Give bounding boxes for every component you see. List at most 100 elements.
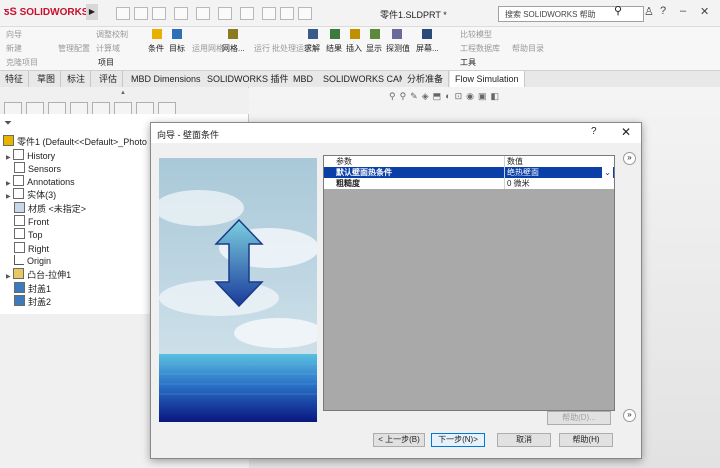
ribbon-apply-mesh[interactable]: 运用网格: [192, 43, 224, 54]
ribbon-conditions[interactable]: 条件: [148, 43, 164, 54]
lid-icon: [14, 282, 25, 293]
tree-item-label: Top: [28, 230, 43, 240]
file-properties-icon[interactable]: [280, 7, 294, 20]
tree-item-front-plane[interactable]: Front: [14, 215, 49, 228]
ribbon-screen[interactable]: 屏幕...: [416, 43, 439, 54]
roughness-value[interactable]: 0 微米: [507, 178, 530, 189]
print-icon[interactable]: [196, 7, 210, 20]
ribbon-insert[interactable]: 插入: [346, 43, 362, 54]
ribbon-probe[interactable]: 探测值: [386, 43, 410, 54]
expand-chevron-icon[interactable]: »: [623, 409, 636, 422]
ribbon-solve[interactable]: 求解: [304, 43, 320, 54]
extrude-icon: [13, 268, 25, 279]
collapse-arrow-icon[interactable]: ▲: [120, 90, 126, 96]
tab-solidworks-addins[interactable]: SOLIDWORKS 插件: [202, 71, 295, 87]
tab-solidworks-cam[interactable]: SOLIDWORKS CAM: [318, 71, 413, 87]
next-button[interactable]: 下一步(N)>: [431, 433, 485, 447]
expand-arrow-icon[interactable]: ▶: [6, 274, 11, 280]
dialog-close-icon[interactable]: ✕: [621, 125, 631, 139]
tab-mbd-dimensions[interactable]: MBD Dimensions: [126, 71, 207, 87]
ribbon-new[interactable]: 新建: [6, 43, 22, 54]
origin-icon: [14, 255, 24, 265]
ribbon-manage-config[interactable]: 管理配置: [58, 43, 90, 54]
tree-root[interactable]: 零件1 (Default<<Default>_Photo: [3, 135, 147, 148]
tree-item-solid-bodies[interactable]: ▶ 实体(3): [6, 188, 56, 201]
parameter-grid: 参数 数值 默认壁面热条件 绝热壁面 ⌄ 粗糙度 0 微米: [323, 155, 615, 411]
tab-sketch[interactable]: 草图: [32, 71, 62, 87]
plane-icon: [14, 215, 25, 226]
wall-condition-illustration: [159, 158, 317, 422]
open-file-icon[interactable]: [152, 7, 166, 20]
undo-icon[interactable]: [218, 7, 232, 20]
command-manager-ribbon: 向导 新建 克隆项目 管理配置 调整校制 计算域 条件 目标 项目 运用网格 网…: [0, 27, 720, 70]
tab-flow-simulation[interactable]: Flow Simulation: [450, 71, 525, 88]
expand-arrow-icon[interactable]: ▶: [6, 194, 11, 200]
insert-icon: [350, 29, 360, 39]
ribbon-compare-models[interactable]: 比较模型: [460, 29, 492, 40]
new-file-icon[interactable]: [134, 7, 148, 20]
home-icon[interactable]: [116, 7, 130, 20]
heads-up-view-toolbar[interactable]: ⚲⚲✎◈⬒◐⊡◉▣◧: [389, 91, 609, 101]
collapse-chevron-icon[interactable]: »: [623, 152, 636, 165]
tree-item-annotations[interactable]: ▶ Annotations: [6, 175, 75, 188]
tree-item-boss-extrude[interactable]: ▶ 凸台-拉伸1: [6, 268, 71, 281]
tab-evaluate[interactable]: 评估: [94, 71, 124, 87]
select-icon[interactable]: [240, 7, 254, 20]
ds-logo-icon: ƽS: [4, 6, 17, 18]
tree-root-label: 零件1 (Default<<Default>_Photo: [17, 137, 147, 147]
tree-item-lid-2[interactable]: 封盖2: [14, 295, 51, 308]
help-button[interactable]: 帮助(H): [559, 433, 613, 447]
tab-markup[interactable]: 标注: [62, 71, 92, 87]
save-icon[interactable]: [174, 7, 188, 20]
title-bar: ƽS SOLIDWORKS ▶ 零件1.SLDPRT * 搜索 SOLIDWOR…: [0, 0, 720, 27]
solve-icon: [308, 29, 318, 39]
tab-mbd[interactable]: MBD: [288, 71, 319, 87]
cancel-button[interactable]: 取消: [497, 433, 551, 447]
search-icon[interactable]: ⚲: [614, 4, 622, 17]
dialog-help-icon[interactable]: ?: [591, 126, 597, 137]
menu-arrow-icon[interactable]: ▶: [86, 4, 98, 20]
help-icon[interactable]: ?: [660, 5, 666, 17]
user-icon[interactable]: ♙: [644, 5, 654, 18]
wall-thermal-select[interactable]: 绝热壁面: [505, 167, 603, 178]
ribbon-help-contents[interactable]: 帮助目录: [512, 43, 544, 54]
tree-item-material[interactable]: 材质 <未指定>: [14, 202, 86, 215]
back-button[interactable]: < 上一步(B): [373, 433, 425, 447]
expand-arrow-icon[interactable]: ▶: [6, 181, 11, 187]
tree-item-sensors[interactable]: Sensors: [14, 162, 61, 175]
grid-row-roughness[interactable]: 粗糙度 0 微米: [324, 178, 614, 189]
rebuild-icon[interactable]: [262, 7, 276, 20]
solidworks-logo[interactable]: ƽS SOLIDWORKS: [4, 6, 88, 18]
options-gear-icon[interactable]: [298, 7, 312, 20]
tree-item-origin[interactable]: Origin: [14, 255, 51, 268]
filter-icon[interactable]: ⏷: [4, 118, 12, 129]
ribbon-project[interactable]: 项目: [98, 57, 114, 68]
ribbon-display[interactable]: 显示: [366, 43, 382, 54]
ribbon-domain[interactable]: 计算域: [96, 43, 120, 54]
grid-help-button[interactable]: 帮助(D)...: [547, 411, 611, 425]
mesh-icon: [228, 29, 238, 39]
tree-item-lid-1[interactable]: 封盖1: [14, 282, 51, 295]
ribbon-run[interactable]: 运行: [254, 43, 270, 54]
ribbon-adjust[interactable]: 调整校制: [96, 29, 128, 40]
ribbon-clone[interactable]: 克隆项目: [6, 57, 38, 68]
minimize-icon[interactable]: –: [680, 5, 686, 17]
close-icon[interactable]: ✕: [700, 5, 709, 18]
tab-analysis-prep[interactable]: 分析准备: [402, 71, 450, 87]
ribbon-engineering-db[interactable]: 工程数据库: [460, 43, 500, 54]
tab-features[interactable]: 特征: [0, 71, 30, 87]
ribbon-results[interactable]: 结果: [326, 43, 342, 54]
dialog-title-bar: 向导 - 壁面条件 ? ✕: [151, 123, 641, 143]
dropdown-arrow-icon[interactable]: ⌄: [602, 167, 613, 178]
ribbon-goals[interactable]: 目标: [169, 43, 185, 54]
ribbon-wizard[interactable]: 向导: [6, 29, 22, 40]
grid-row-wall-thermal[interactable]: 默认壁面热条件 绝热壁面 ⌄: [324, 167, 614, 178]
tree-item-top-plane[interactable]: Top: [14, 228, 43, 241]
ribbon-tools[interactable]: 工具: [460, 57, 476, 68]
search-input[interactable]: 搜索 SOLIDWORKS 帮助: [498, 6, 644, 22]
ribbon-mesh[interactable]: 网格...: [222, 43, 245, 54]
expand-arrow-icon[interactable]: ▶: [6, 155, 11, 161]
tree-item-right-plane[interactable]: Right: [14, 242, 49, 255]
tree-item-history[interactable]: ▶ History: [6, 149, 55, 162]
tree-item-label: 封盖2: [28, 297, 52, 307]
